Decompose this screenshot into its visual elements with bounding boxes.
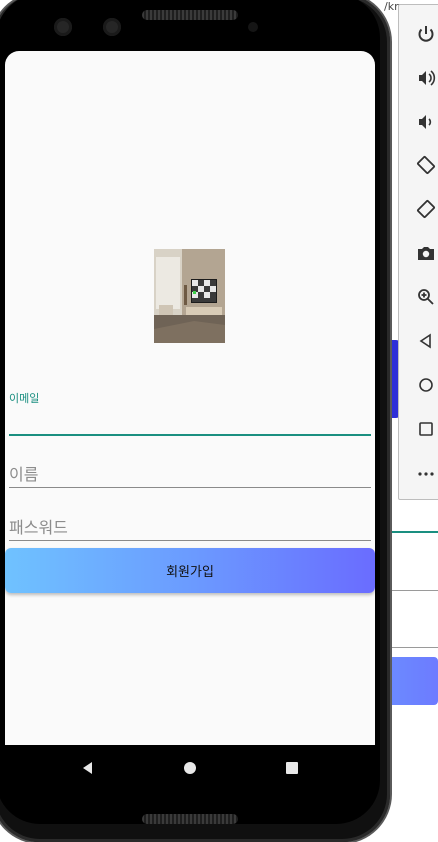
more-icon[interactable] (414, 460, 438, 484)
earpiece-speaker (142, 10, 238, 20)
app-screen: 이메일 이름 패스워드 회원가입 (5, 51, 375, 745)
system-nav-bar (5, 745, 375, 791)
signup-button[interactable]: 회원가입 (5, 548, 375, 593)
front-camera-icon (248, 22, 258, 32)
room-image (154, 249, 225, 343)
overview-icon[interactable] (414, 417, 438, 441)
password-field-placeholder: 패스워드 (9, 518, 68, 537)
back-icon[interactable] (414, 329, 438, 353)
volume-up-icon[interactable] (414, 66, 438, 90)
sensor-icon (103, 18, 121, 36)
back-triangle-icon[interactable] (79, 759, 97, 777)
password-field[interactable] (9, 540, 371, 541)
rotate-right-icon[interactable] (414, 197, 438, 221)
name-field-placeholder: 이름 (9, 465, 39, 484)
bottom-speaker (142, 814, 238, 824)
recents-square-icon[interactable] (283, 759, 301, 777)
home-circle-icon[interactable] (181, 759, 199, 777)
email-field[interactable] (9, 434, 371, 436)
zoom-icon[interactable] (414, 285, 438, 309)
volume-down-icon[interactable] (414, 110, 438, 134)
name-field[interactable] (9, 487, 371, 488)
email-field-label: 이메일 (9, 392, 40, 405)
rotate-left-icon[interactable] (414, 153, 438, 177)
sensor-icon (54, 18, 72, 36)
camera-icon[interactable] (414, 241, 438, 265)
home-icon[interactable] (414, 373, 438, 397)
power-icon[interactable] (414, 22, 438, 46)
